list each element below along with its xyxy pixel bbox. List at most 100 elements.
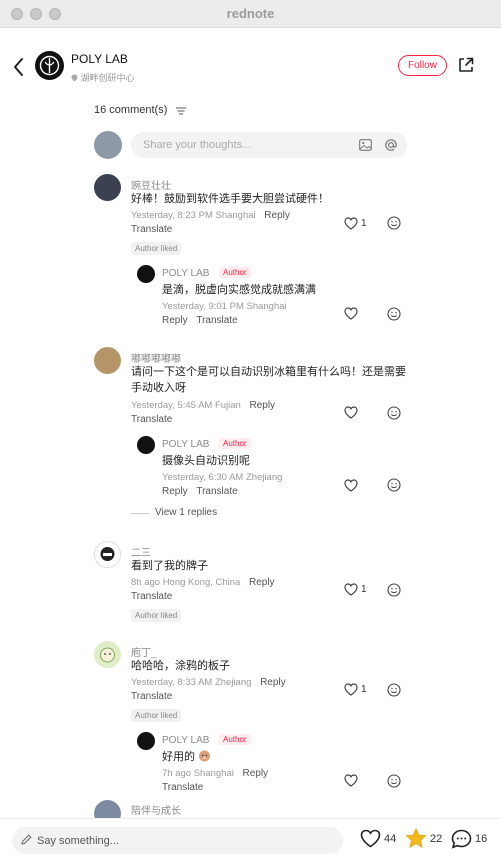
comment-meta: Yesterday, 8:23 PM Shanghai Reply [131,210,290,221]
collect-star-icon[interactable] [405,828,427,849]
comment-meta: 8h ago Hong Kong, China Reply [131,577,275,588]
emoji-icon[interactable] [387,216,401,230]
commenter-name[interactable]: 二三 [131,544,151,559]
reply-link[interactable]: Reply [264,210,290,221]
comment-bubble-icon[interactable] [451,829,472,849]
comment-time-location: 8h ago Hong Kong, China [131,577,241,588]
commenter-name[interactable]: 嘟嘟嘟嘟嘟 [131,350,181,365]
comment-time-location: Yesterday, 5:45 AM Fujian [131,400,241,411]
like-heart-icon[interactable] [344,217,358,230]
comment-text-line-2: 手动收入呀 [131,382,186,394]
author-location-text: 湖畔创研中心 [80,73,135,83]
commenter-name[interactable]: 庖丁_ [131,644,157,659]
like-heart-icon[interactable] [344,307,358,320]
image-icon[interactable] [359,139,372,151]
pencil-icon [21,834,32,845]
author-liked-badge: Author liked [131,242,182,255]
author-tag: Author [219,734,251,745]
view-replies-divider [131,513,149,514]
reply-link[interactable]: Reply [249,577,275,588]
reply-text: 好用的 [162,751,195,763]
post-star-count: 22 [430,833,443,845]
reply-time-location: 7h ago Shanghai [162,768,234,779]
like-count: 1 [361,684,367,695]
reply-meta: 7h ago Shanghai Reply [162,768,268,779]
translate-link[interactable]: Translate [131,591,172,602]
comment-time-location: Yesterday, 8:33 AM Zhejiang [131,677,252,688]
like-post-icon[interactable] [360,829,381,848]
reply-link[interactable]: Reply [249,400,275,411]
like-heart-icon[interactable] [344,406,358,419]
back-arrow-icon[interactable] [10,56,28,78]
follow-button[interactable]: Follow [398,55,447,76]
view-replies-link[interactable]: View 1 replies [155,507,217,518]
emoji-icon[interactable] [387,478,401,492]
comment-meta: Yesterday, 8:33 AM Zhejiang Reply [131,677,286,688]
commenter-name[interactable]: 豌豆壮壮 [131,177,171,192]
window-title: rednote [226,6,275,21]
author-avatar[interactable] [35,51,64,80]
translate-link[interactable]: Translate [131,691,172,702]
bottom-action-bar: 44 22 16 [0,818,501,859]
reply-author-name[interactable]: POLY LAB [162,268,209,279]
translate-link[interactable]: Translate [131,414,172,425]
window-titlebar: rednote [0,0,501,28]
translate-link[interactable]: Translate [131,224,172,235]
commenter-avatar[interactable] [94,641,121,668]
reply-author-name[interactable]: POLY LAB [162,735,209,746]
commenter-name[interactable]: 陪伴与成长 [131,802,181,817]
emoji-icon[interactable] [387,307,401,321]
reply-link[interactable]: Reply [162,486,188,497]
comment-meta: Yesterday, 5:45 AM Fujian Reply [131,400,275,411]
commenter-avatar[interactable] [94,174,121,201]
author-tag: Author [219,438,251,449]
emoji-icon[interactable] [387,583,401,597]
reply-link[interactable]: Reply [162,315,188,326]
cute-sticker-icon [199,750,211,762]
reply-time-location: Yesterday, 9:01 PM Shanghai [162,301,287,312]
emoji-icon[interactable] [387,683,401,697]
like-heart-icon[interactable] [344,479,358,492]
comment-time-location: Yesterday, 8:23 PM Shanghai [131,210,256,221]
mention-icon[interactable] [384,138,398,152]
emoji-icon[interactable] [387,406,401,420]
reply-text-row: 好用的 [162,749,211,765]
comment-text: 看到了我的牌子 [131,560,208,572]
like-heart-icon[interactable] [344,583,358,596]
translate-link[interactable]: Translate [196,315,237,326]
like-heart-icon[interactable] [344,774,358,787]
commenter-avatar[interactable] [94,541,121,568]
my-avatar [94,131,122,159]
reply-text: 是滴，脱虚向实感觉成就感满满 [162,284,316,296]
sort-icon[interactable] [176,107,186,115]
translate-link[interactable]: Translate [196,486,237,497]
post-comment-count: 16 [475,833,488,845]
author-liked-badge: Author liked [131,709,182,722]
author-name[interactable]: POLY LAB [71,52,128,66]
author-liked-badge: Author liked [131,609,182,622]
author-location: 湖畔创研中心 [71,71,135,84]
emoji-icon[interactable] [387,774,401,788]
like-heart-icon[interactable] [344,683,358,696]
share-icon[interactable] [457,56,475,74]
reply-actions: Reply Translate [162,486,238,497]
location-pin-icon [71,74,78,82]
comments-count: 16 comment(s) [94,104,168,116]
reply-time-location: Yesterday, 6:30 AM Zhejiang [162,472,283,483]
comment-text: 哈哈哈，涂鸦的板子 [131,660,230,672]
author-tag: Author [219,267,251,278]
author-reply-avatar[interactable] [137,732,155,750]
author-reply-avatar[interactable] [137,265,155,283]
comment-text-line-1: 请问一下这个是可以自动识别冰箱里有什么吗！还是需要 [131,366,406,378]
reply-author-name[interactable]: POLY LAB [162,439,209,450]
say-something-input[interactable] [12,827,343,854]
cartoon-avatar-icon [100,547,115,561]
poly-lab-logo-icon [39,55,60,76]
author-reply-avatar[interactable] [137,436,155,454]
translate-link[interactable]: Translate [162,782,203,793]
reply-link[interactable]: Reply [260,677,286,688]
like-count: 1 [361,218,367,229]
reply-actions: Reply Translate [162,315,238,326]
commenter-avatar[interactable] [94,347,121,374]
reply-link[interactable]: Reply [242,768,268,779]
